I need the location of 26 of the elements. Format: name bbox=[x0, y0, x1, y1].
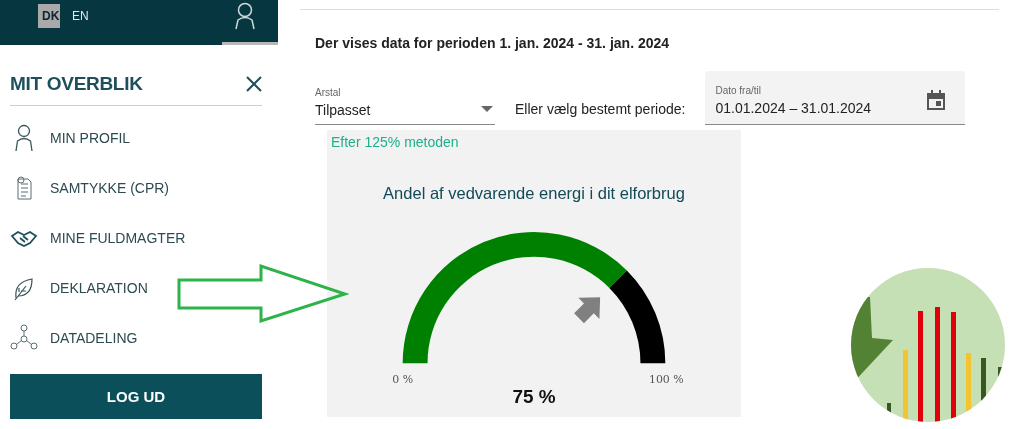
period-label: Eller vælg bestemt periode: bbox=[515, 101, 686, 117]
method-label: Efter 125% metoden bbox=[331, 134, 460, 150]
caret-icon bbox=[481, 106, 493, 112]
menu-item[interactable]: MIN PROFIL bbox=[50, 130, 131, 146]
user-icon[interactable] bbox=[234, 1, 256, 30]
language-tab[interactable]: EN bbox=[68, 3, 90, 28]
menu-item[interactable]: MINE FULDMAGTER bbox=[50, 230, 186, 246]
year-select[interactable]: Arstal Tilpasset bbox=[315, 87, 495, 125]
calendar-icon[interactable] bbox=[927, 90, 946, 110]
pointer-icon bbox=[574, 297, 601, 324]
gauge-reading: 75 % bbox=[512, 386, 556, 408]
active-indicator bbox=[222, 42, 278, 45]
menu-title: MIT OVERBLIK bbox=[10, 73, 143, 95]
date-field[interactable]: Dato fra/til 01.01.2024 – 31.01.2024 bbox=[705, 71, 966, 125]
logout-button[interactable]: LOG UD bbox=[10, 374, 262, 419]
menu-item[interactable]: SAMTYKKE (CPR) bbox=[50, 180, 169, 196]
close-icon[interactable] bbox=[246, 76, 262, 92]
period-text: Der vises data for perioden 1. jan. 2024 - 31. jan. 2024 bbox=[315, 35, 671, 51]
menu-item[interactable]: DATADELING bbox=[50, 330, 138, 346]
language-tab[interactable]: DK bbox=[38, 3, 60, 28]
gauge-max-label: 100 % bbox=[648, 373, 684, 387]
chart-bar bbox=[903, 350, 908, 422]
network-icon bbox=[10, 324, 38, 352]
menu-item[interactable]: DEKLARATION bbox=[50, 280, 148, 296]
gauge-title: Andel af vedvarende energi i dit elforbrug bbox=[382, 184, 686, 203]
gauge-min-label: 0 % bbox=[392, 373, 414, 387]
